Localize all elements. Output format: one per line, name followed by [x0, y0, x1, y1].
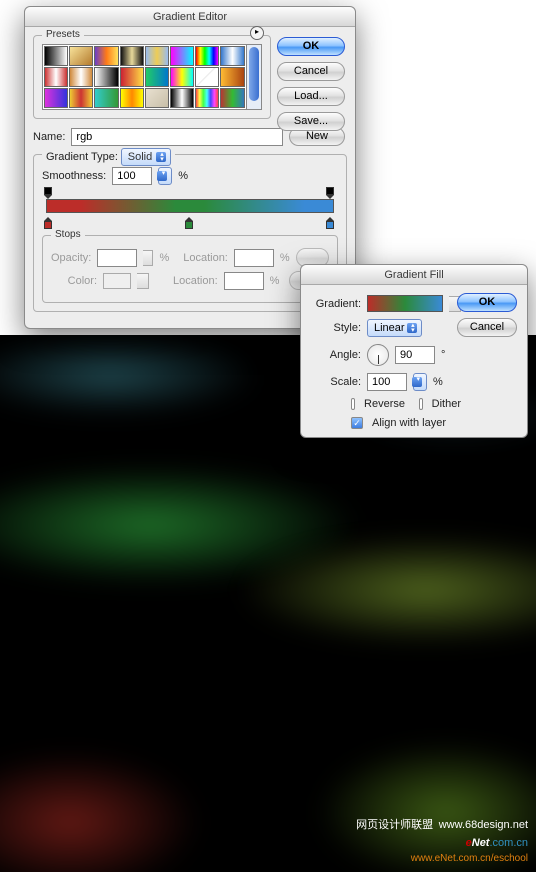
color-stop-blue[interactable]: [326, 217, 336, 229]
preset-swatch[interactable]: [145, 46, 169, 66]
align-checkbox[interactable]: ✓: [351, 417, 363, 429]
preset-swatch[interactable]: [170, 46, 194, 66]
gradient-fill-window: Gradient Fill OK Cancel Gradient: Style:…: [300, 264, 528, 438]
opacity-stop-right[interactable]: [326, 187, 336, 199]
scale-dropdown-icon[interactable]: ▾: [413, 373, 427, 391]
watermark: 网页设计师联盟 www.68design.net eNet.com.cn www…: [356, 818, 528, 866]
dither-label: Dither: [432, 398, 461, 410]
opacity-label: Opacity:: [51, 252, 91, 264]
preset-swatch[interactable]: [220, 67, 244, 87]
preset-swatch[interactable]: [145, 67, 169, 87]
gf-gradient-label: Gradient:: [311, 298, 361, 310]
smoothness-label: Smoothness:: [42, 170, 106, 182]
preset-swatch[interactable]: [145, 88, 169, 108]
gradient-editor-title: Gradient Editor: [25, 7, 355, 27]
preset-swatch[interactable]: [220, 46, 244, 66]
reverse-checkbox[interactable]: [351, 398, 355, 410]
color-stop-green[interactable]: [185, 217, 195, 229]
color-location-input: [224, 272, 264, 290]
preset-swatch[interactable]: [69, 67, 93, 87]
presets-scrollbar[interactable]: [247, 44, 262, 110]
preset-swatch[interactable]: [170, 88, 194, 108]
gradient-bar[interactable]: [46, 195, 334, 217]
angle-dial[interactable]: [367, 344, 389, 366]
preset-swatch[interactable]: [195, 67, 219, 87]
preset-swatch[interactable]: [220, 88, 244, 108]
preset-swatch[interactable]: [69, 88, 93, 108]
preset-swatch[interactable]: [120, 67, 144, 87]
gf-ok-button[interactable]: OK: [457, 293, 517, 312]
gradient-type-select[interactable]: Solid▴▾: [121, 148, 171, 166]
reverse-label: Reverse: [364, 398, 405, 410]
scale-input[interactable]: [367, 373, 407, 391]
gradient-preview[interactable]: [367, 295, 443, 312]
gradient-name-input[interactable]: [71, 128, 283, 146]
style-select[interactable]: Linear▴▾: [367, 319, 422, 337]
align-label: Align with layer: [372, 417, 446, 429]
color-dropdown-icon: [137, 273, 149, 289]
cancel-button[interactable]: Cancel: [277, 62, 345, 81]
stops-legend: Stops: [51, 229, 85, 240]
gf-cancel-button[interactable]: Cancel: [457, 318, 517, 337]
angle-input[interactable]: [395, 346, 435, 364]
gradient-fill-title: Gradient Fill: [301, 265, 527, 285]
gf-scale-label: Scale:: [311, 376, 361, 388]
load-button[interactable]: Load...: [277, 87, 345, 106]
preset-swatch[interactable]: [44, 46, 68, 66]
smoothness-dropdown-icon[interactable]: ▾: [158, 167, 172, 185]
smoothness-input[interactable]: [112, 167, 152, 185]
preset-swatch[interactable]: [44, 88, 68, 108]
opacity-input: [97, 249, 137, 267]
gf-style-label: Style:: [311, 322, 361, 334]
preset-swatch[interactable]: [120, 88, 144, 108]
opacity-location-label: Location:: [183, 252, 228, 264]
ok-button[interactable]: OK: [277, 37, 345, 56]
preset-swatch[interactable]: [44, 67, 68, 87]
color-label: Color:: [51, 275, 97, 287]
preset-swatch[interactable]: [94, 46, 118, 66]
dither-checkbox[interactable]: [419, 398, 423, 410]
name-label: Name:: [33, 131, 65, 143]
presets-flyout-icon[interactable]: ▸: [250, 26, 264, 40]
color-location-label: Location:: [173, 275, 218, 287]
color-well: [103, 273, 131, 289]
preset-swatch[interactable]: [120, 46, 144, 66]
opacity-stop-left[interactable]: [44, 187, 54, 199]
presets-grid[interactable]: [42, 44, 247, 110]
color-stop-red[interactable]: [44, 217, 54, 229]
save-button[interactable]: Save...: [277, 112, 345, 131]
preset-swatch[interactable]: [94, 88, 118, 108]
preset-swatch[interactable]: [94, 67, 118, 87]
opacity-dropdown-icon: [143, 250, 153, 266]
presets-legend: Presets: [42, 29, 84, 40]
gf-angle-label: Angle:: [311, 349, 361, 361]
preset-swatch[interactable]: [69, 46, 93, 66]
preset-swatch[interactable]: [195, 88, 219, 108]
gradient-type-label: Gradient Type:: [46, 151, 118, 163]
preset-swatch[interactable]: [170, 67, 194, 87]
opacity-location-input: [234, 249, 274, 267]
preset-swatch[interactable]: [195, 46, 219, 66]
